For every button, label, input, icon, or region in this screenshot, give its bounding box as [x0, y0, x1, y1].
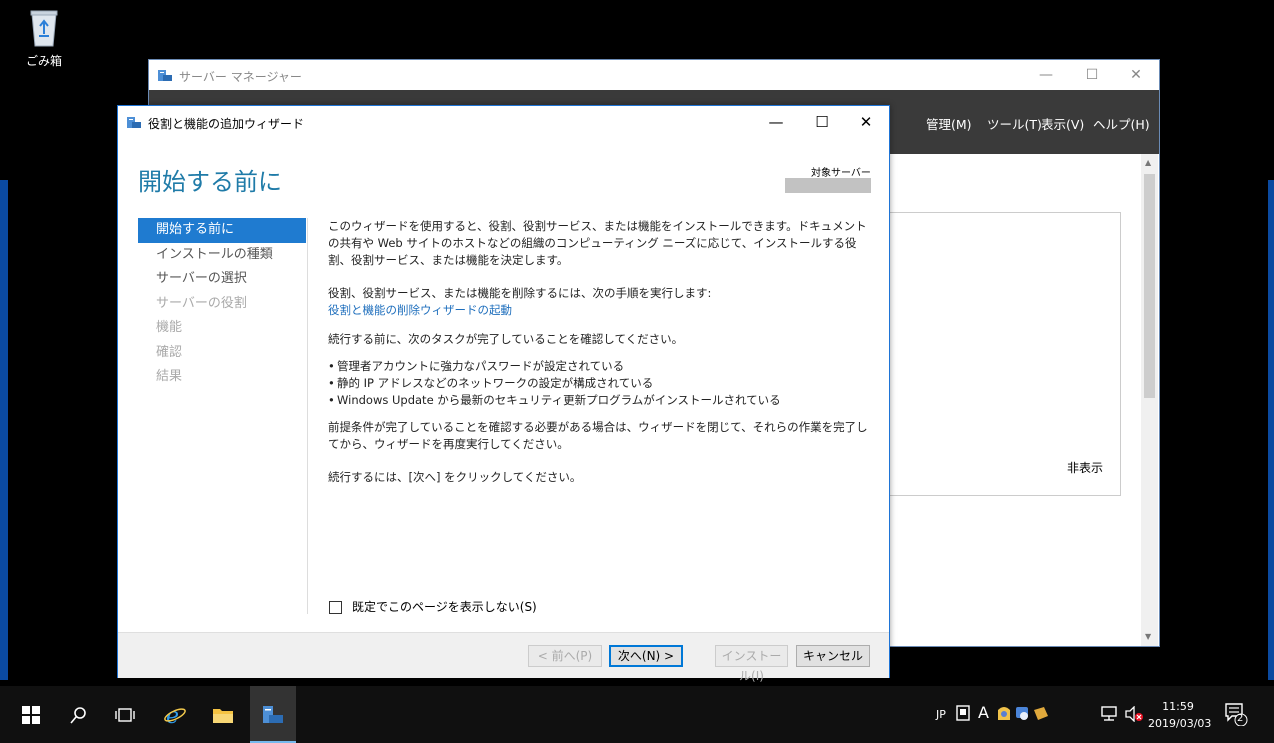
notification-center-button[interactable]: 2 [1224, 702, 1248, 729]
nav-item-before-you-begin[interactable]: 開始する前に [138, 218, 306, 243]
wizard-content: このウィザードを使用すると、役割、役割サービス、または機能をインストールできます… [328, 218, 868, 486]
skip-page-checkbox[interactable] [329, 601, 342, 614]
nav-item-server-selection[interactable]: サーバーの選択 [138, 267, 306, 292]
wizard-maximize-button[interactable]: ☐ [799, 106, 845, 138]
network-icon[interactable] [1100, 706, 1118, 725]
prerequisite-text: 前提条件が完了していることを確認する必要がある場合は、ウィザードを閉じて、それら… [328, 420, 868, 451]
server-manager-titlebar[interactable]: サーバー マネージャー — ☐ ✕ [149, 60, 1159, 90]
nav-item-server-roles: サーバーの役割 [156, 295, 247, 311]
server-manager-taskbar-button[interactable] [250, 686, 296, 743]
wizard-footer: < 前へ(P) 次へ(N) > インストール(I) キャンセル [118, 632, 889, 683]
intro-text: このウィザードを使用すると、役割、役割サービス、または機能をインストールできます… [328, 219, 867, 267]
internet-explorer-button[interactable]: e [152, 686, 198, 743]
volume-muted-icon[interactable] [1124, 705, 1144, 725]
destination-server-value [785, 178, 871, 193]
wizard-title: 役割と機能の追加ウィザード [148, 117, 305, 131]
maximize-button[interactable]: ☐ [1069, 60, 1115, 90]
scroll-down-icon[interactable]: ▼ [1145, 632, 1151, 641]
notification-icon [1225, 703, 1248, 727]
nav-item-installation-type[interactable]: インストールの種類 [138, 243, 306, 268]
minimize-button[interactable]: — [1023, 60, 1069, 90]
scroll-up-icon[interactable]: ▲ [1145, 158, 1151, 167]
ime-indicator[interactable]: JP [936, 708, 946, 721]
list-item: Windows Update から最新のセキュリティ更新プログラムがインストール… [328, 392, 868, 409]
recycle-bin-label: ごみ箱 [25, 54, 62, 68]
server-manager-title: サーバー マネージャー [179, 70, 302, 84]
remove-text: 役割、役割サービス、または機能を削除するには、次の手順を実行します: [328, 286, 712, 300]
cancel-button[interactable]: キャンセル [796, 645, 870, 667]
wizard-nav: 開始する前に インストールの種類 サーバーの選択 サーバーの役割 機能 確認 結… [138, 218, 306, 390]
recycle-bin[interactable]: ごみ箱 [22, 8, 66, 69]
skip-page-label: 既定でこのページを表示しない(S) [352, 600, 537, 614]
ime-pad-icon[interactable] [956, 705, 970, 724]
windows-logo-icon [22, 706, 40, 724]
destination-server-label: 対象サーバー [811, 168, 871, 179]
ime-tool-icon[interactable] [996, 704, 1050, 725]
scrollbar-thumb[interactable] [1144, 174, 1155, 398]
file-explorer-button[interactable] [200, 686, 246, 743]
remove-wizard-link[interactable]: 役割と機能の削除ウィザードの起動 [328, 302, 868, 319]
taskbar: e JP A 11:59 2019/03/03 2 [0, 686, 1274, 743]
before-continue-text: 続行する前に、次のタスクが完了していることを確認してください。 [328, 332, 684, 346]
hide-link[interactable]: 非表示 [1067, 459, 1103, 476]
welcome-panel: 非表示 [889, 212, 1121, 496]
internet-explorer-icon: e [164, 704, 186, 729]
list-item: 管理者アカウントに強力なパスワードが設定されている [328, 358, 868, 375]
install-button[interactable]: インストール(I) [715, 645, 788, 683]
clock[interactable]: 11:59 2019/03/03 [1148, 698, 1212, 732]
nav-item-confirmation: 確認 [156, 344, 183, 360]
menu-help[interactable]: ヘルプ(H) [1093, 114, 1150, 133]
vertical-scrollbar[interactable]: ▲ ▼ [1141, 154, 1158, 646]
desktop-wallpaper-edge-right [1268, 180, 1274, 680]
task-list: 管理者アカウントに強力なパスワードが設定されている 静的 IP アドレスなどのネ… [328, 358, 868, 409]
clock-time: 11:59 [1162, 700, 1194, 713]
search-icon [70, 707, 86, 724]
continue-text: 続行するには、[次へ] をクリックしてください。 [328, 470, 582, 484]
menu-view[interactable]: 表示(V) [1041, 114, 1084, 133]
notification-count: 2 [1237, 713, 1244, 724]
desktop-wallpaper-edge [0, 180, 8, 680]
start-button[interactable] [8, 686, 54, 743]
search-button[interactable] [56, 686, 102, 743]
page-title: 開始する前に [138, 168, 282, 196]
wizard-close-button[interactable]: ✕ [843, 106, 889, 138]
server-manager-icon [263, 706, 283, 723]
ime-mode-indicator[interactable]: A [978, 703, 989, 722]
task-view-button[interactable] [102, 686, 148, 743]
add-roles-wizard[interactable]: 役割と機能の追加ウィザード — ☐ ✕ 開始する前に 対象サーバー 開始する前に… [117, 105, 890, 683]
nav-item-results: 結果 [156, 369, 183, 384]
nav-divider [307, 218, 308, 614]
skip-page-option[interactable]: 既定でこのページを表示しない(S) [329, 598, 537, 615]
list-item: 静的 IP アドレスなどのネットワークの設定が構成されている [328, 375, 868, 392]
server-manager-icon [157, 67, 173, 83]
nav-item-features: 機能 [156, 320, 183, 335]
menu-manage[interactable]: 管理(M) [926, 114, 972, 133]
next-button[interactable]: 次へ(N) > [609, 645, 683, 667]
recycle-bin-icon [29, 8, 59, 48]
wizard-titlebar[interactable]: 役割と機能の追加ウィザード — ☐ ✕ [118, 106, 889, 138]
menu-tools[interactable]: ツール(T) [987, 114, 1042, 133]
wizard-icon [126, 114, 142, 130]
previous-button[interactable]: < 前へ(P) [528, 645, 602, 667]
task-view-icon [115, 708, 135, 722]
folder-icon [213, 709, 233, 723]
clock-date: 2019/03/03 [1148, 717, 1212, 730]
wizard-minimize-button[interactable]: — [753, 106, 799, 138]
close-button[interactable]: ✕ [1113, 60, 1159, 90]
